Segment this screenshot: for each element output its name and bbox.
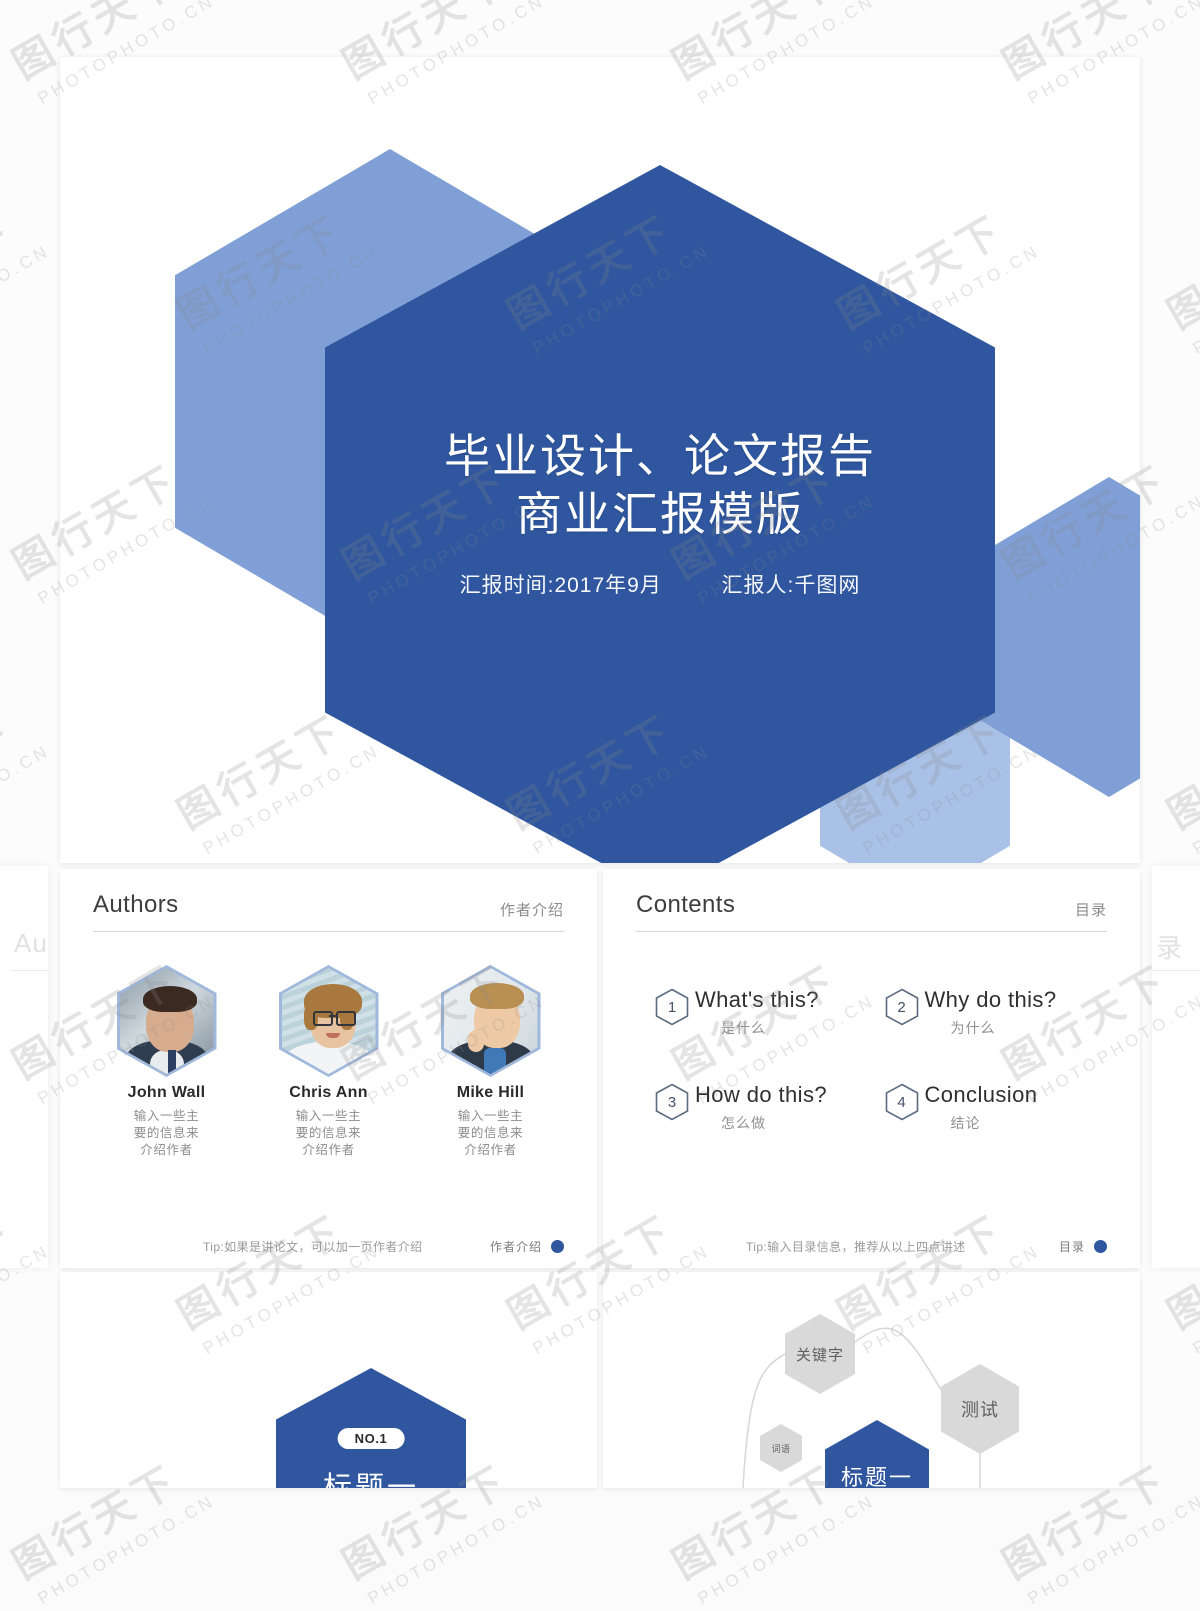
- contents-item-cn: 为什么: [950, 1020, 996, 1036]
- contents-number-hexagon-icon: 2: [885, 988, 919, 1026]
- title-heading-line2: 商业汇报模版: [516, 488, 804, 540]
- adjacent-slide-right: 录: [1152, 866, 1200, 1268]
- contents-heading-cn: 目录: [1074, 902, 1107, 919]
- diagram-canvas: 关键字 测试 词语 标题一: [603, 1272, 1140, 1488]
- title-text-block: 毕业设计、论文报告 商业汇报模版 汇报时间:2017年9月 汇报人:千图网: [325, 427, 995, 599]
- author-desc-line: 要的信息来: [295, 1126, 362, 1140]
- diagram-node-main[interactable]: 标题一: [825, 1420, 929, 1488]
- diagram-node-keyword[interactable]: 关键字: [785, 1314, 855, 1394]
- contents-number-hexagon-icon: 1: [655, 988, 689, 1026]
- contents-item[interactable]: 4 Conclusion 结论: [885, 1082, 1101, 1133]
- avatar: [440, 965, 541, 1077]
- contents-item-en: Conclusion: [924, 1082, 1038, 1107]
- contents-item-en: What's this?: [695, 987, 819, 1012]
- author-desc-line: 输入一些主: [457, 1109, 524, 1123]
- contents-footer: Tip:输入目录信息，推荐从以上四点讲述 目录: [636, 1236, 1107, 1256]
- watermark: 图行天下 PHOTOPHOTO.CN: [0, 707, 54, 859]
- contents-footer-tag: 目录: [1058, 1240, 1085, 1254]
- decorative-hexagon-right: [975, 477, 1140, 797]
- authors-heading-cn: 作者介绍: [499, 902, 564, 919]
- section-badge: NO.1: [337, 1428, 405, 1449]
- contents-number-hexagon-icon: 3: [655, 1083, 689, 1121]
- slide-authors[interactable]: Authors 作者介绍 John Wall 输入一些主 要的信息来 介绍作者 …: [60, 869, 597, 1268]
- contents-item-en: Why do this?: [924, 987, 1057, 1012]
- authors-footer-tag: 作者介绍: [489, 1240, 542, 1254]
- contents-item-cn: 怎么做: [721, 1115, 766, 1131]
- author-desc-line: 要的信息来: [133, 1126, 200, 1140]
- slide-title-cover[interactable]: 毕业设计、论文报告 商业汇报模版 汇报时间:2017年9月 汇报人:千图网: [60, 57, 1140, 863]
- contents-tip: Tip:输入目录信息，推荐从以上四点讲述: [746, 1240, 966, 1254]
- adjacent-slide-right-label: 录: [1156, 933, 1184, 963]
- contents-item[interactable]: 3 How do this? 怎么做: [655, 1082, 871, 1133]
- title-meta: 汇报时间:2017年9月 汇报人:千图网: [325, 569, 995, 599]
- contents-item-number: 3: [667, 1093, 677, 1111]
- contents-item-text: Why do this? 为什么: [925, 987, 1057, 1038]
- author-card[interactable]: Mike Hill 输入一些主 要的信息来 介绍作者: [432, 965, 550, 1159]
- contents-item-number: 4: [897, 1093, 906, 1111]
- adjacent-slide-right-rule: [1152, 970, 1200, 971]
- authors-header-rule: [93, 931, 564, 932]
- contents-item-text: How do this? 怎么做: [695, 1082, 827, 1133]
- slide-contents[interactable]: Contents 目录 1 What's this? 是什么 2 Why do …: [603, 869, 1140, 1268]
- author-desc: 输入一些主 要的信息来 介绍作者: [270, 1108, 388, 1159]
- author-desc: 输入一些主 要的信息来 介绍作者: [108, 1108, 226, 1159]
- author-card[interactable]: John Wall 输入一些主 要的信息来 介绍作者: [108, 965, 226, 1159]
- diagram-node-label: 词语: [771, 1443, 791, 1454]
- preview-stage: Au 录 毕业设计、论文报告 商业汇报模版 汇报时间:2017年9月 汇报人:千…: [0, 0, 1200, 1608]
- diagram-node-label: 标题一: [840, 1465, 913, 1488]
- title-reporter: 汇报人:千图网: [721, 574, 861, 597]
- avatar: [116, 965, 217, 1077]
- title-report-date: 汇报时间:2017年9月: [459, 574, 662, 597]
- contents-item-en: How do this?: [695, 1082, 827, 1107]
- author-desc-line: 输入一些主: [295, 1109, 362, 1123]
- author-desc-line: 要的信息来: [457, 1126, 524, 1140]
- diagram-node-label: 测试: [961, 1400, 999, 1420]
- adjacent-slide-left: Au: [0, 866, 48, 1268]
- adjacent-slide-left-rule: [10, 970, 48, 971]
- avatar: [278, 965, 379, 1077]
- diagram-node-label: 关键字: [795, 1346, 844, 1364]
- author-desc-line: 介绍作者: [464, 1143, 517, 1157]
- contents-item-cn: 是什么: [721, 1020, 766, 1036]
- contents-header: Contents 目录: [636, 891, 1107, 933]
- contents-number-hexagon-icon: 4: [885, 1083, 919, 1121]
- diagram-node-word[interactable]: 词语: [760, 1424, 802, 1472]
- contents-item[interactable]: 1 What's this? 是什么: [655, 987, 871, 1038]
- contents-list: 1 What's this? 是什么 2 Why do this? 为什么 3 …: [655, 987, 1100, 1133]
- author-desc: 输入一些主 要的信息来 介绍作者: [432, 1108, 550, 1159]
- title-heading-line1: 毕业设计、论文报告: [444, 430, 876, 482]
- authors-list: John Wall 输入一些主 要的信息来 介绍作者 Chris Ann 输入一…: [93, 965, 564, 1159]
- slide-diagram[interactable]: 关键字 测试 词语 标题一: [603, 1272, 1140, 1488]
- contents-item-text: Conclusion 结论: [925, 1082, 1038, 1133]
- authors-heading-en: Authors: [93, 891, 179, 918]
- contents-item-cn: 结论: [950, 1115, 981, 1131]
- authors-tip: Tip:如果是讲论文，可以加一页作者介绍: [203, 1240, 423, 1254]
- watermark: 图行天下 PHOTOPHOTO.CN: [1160, 207, 1200, 359]
- author-card[interactable]: Chris Ann 输入一些主 要的信息来 介绍作者: [270, 965, 388, 1159]
- author-desc-line: 输入一些主: [133, 1109, 200, 1123]
- contents-item-number: 1: [667, 998, 677, 1016]
- authors-header: Authors 作者介绍: [93, 891, 564, 933]
- adjacent-slide-left-label: Au: [14, 928, 48, 958]
- watermark: 图行天下 PHOTOPHOTO.CN: [0, 207, 54, 359]
- contents-item-text: What's this? 是什么: [695, 987, 819, 1038]
- contents-heading-en: Contents: [636, 891, 736, 918]
- contents-footer-dot-icon: [1094, 1240, 1107, 1253]
- watermark: 图行天下 PHOTOPHOTO.CN: [1160, 707, 1200, 859]
- section-title: 标题一: [322, 1472, 419, 1488]
- author-name: John Wall: [127, 1084, 206, 1101]
- contents-item-number: 2: [897, 998, 906, 1016]
- slide-section-divider[interactable]: NO.1 标题一: [60, 1272, 597, 1488]
- author-desc-line: 介绍作者: [140, 1143, 193, 1157]
- section-hexagon: NO.1 标题一: [276, 1368, 466, 1488]
- authors-footer-dot-icon: [551, 1240, 564, 1253]
- contents-header-rule: [636, 931, 1107, 932]
- authors-footer: Tip:如果是讲论文，可以加一页作者介绍 作者介绍: [93, 1236, 564, 1256]
- author-desc-line: 介绍作者: [302, 1143, 355, 1157]
- author-name: Chris Ann: [289, 1084, 368, 1101]
- contents-item[interactable]: 2 Why do this? 为什么: [885, 987, 1101, 1038]
- author-name: Mike Hill: [456, 1084, 525, 1101]
- diagram-node-test[interactable]: 测试: [941, 1364, 1019, 1454]
